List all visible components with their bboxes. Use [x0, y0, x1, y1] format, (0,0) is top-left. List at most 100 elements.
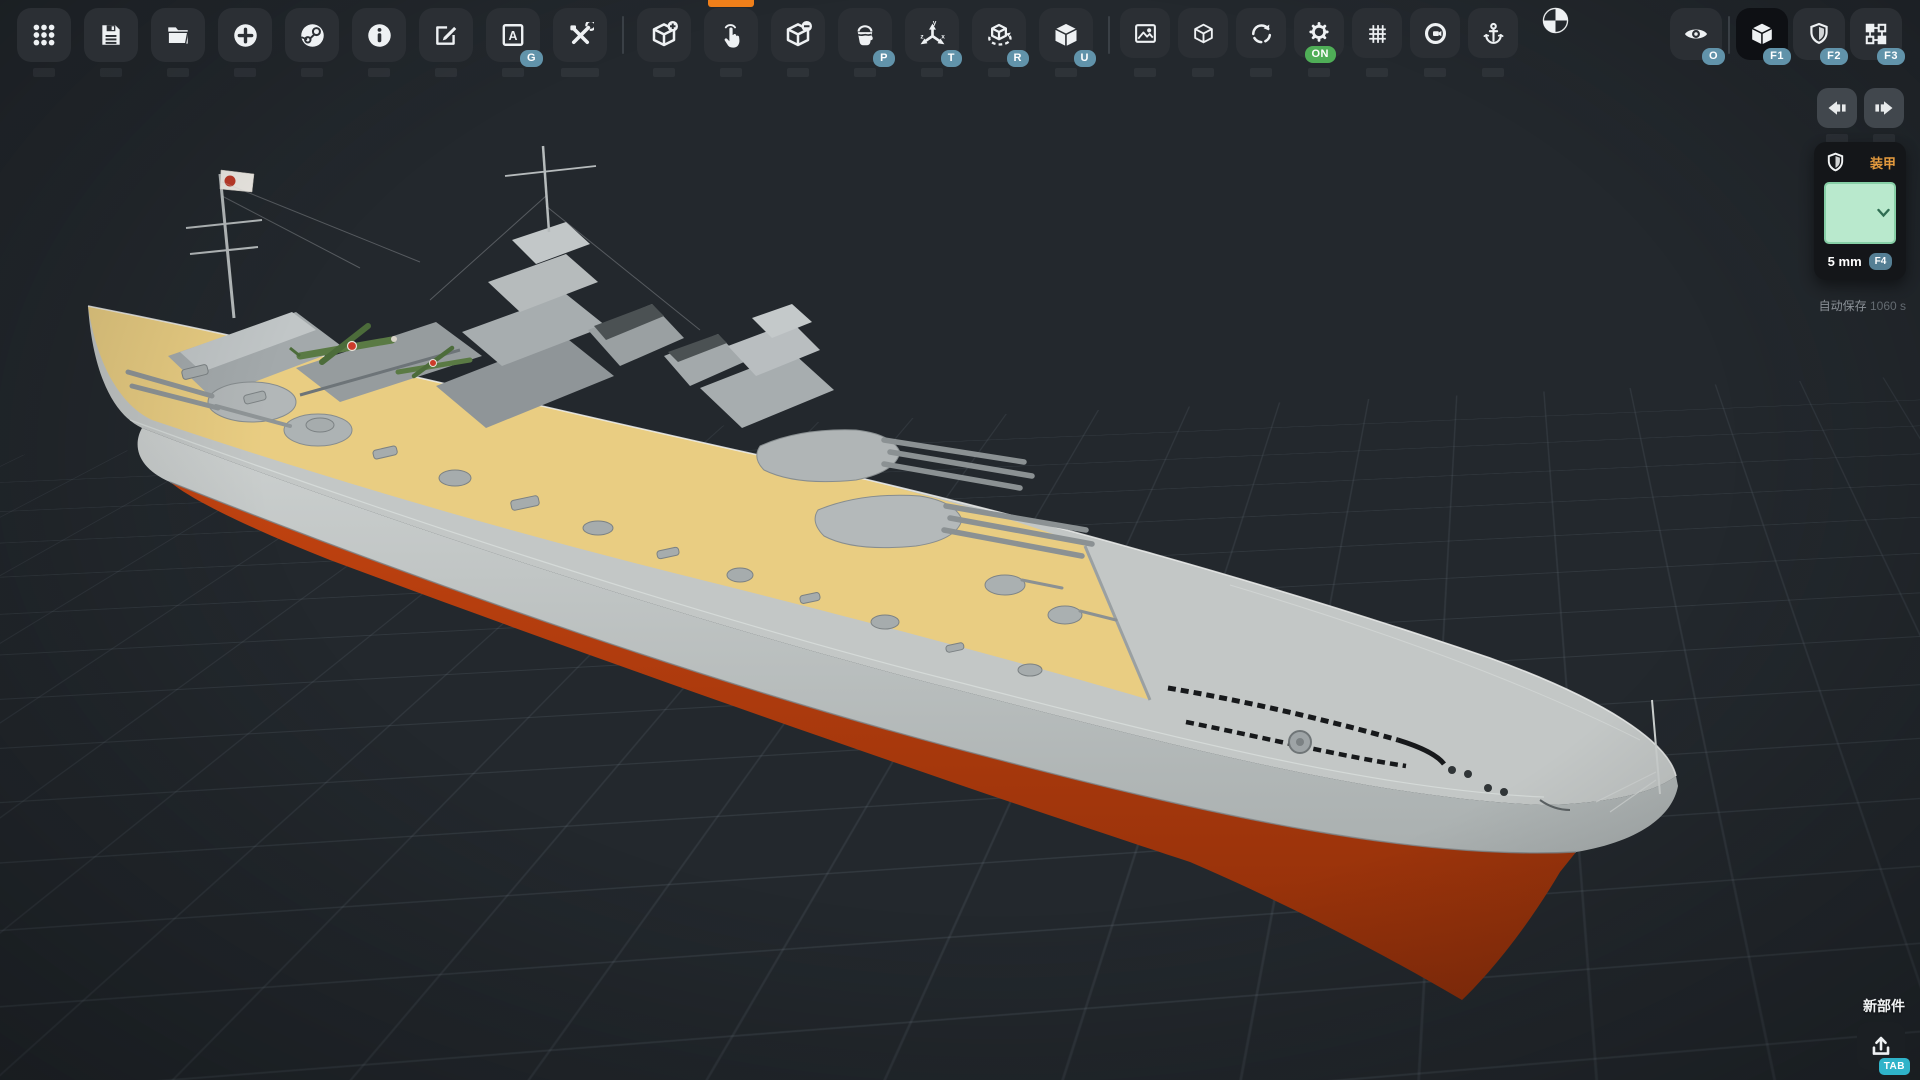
move-axes-icon: y z x: [918, 21, 947, 50]
open-button[interactable]: [151, 8, 205, 62]
text-tool-button[interactable]: A G: [486, 8, 540, 62]
shield-icon: [1824, 151, 1847, 174]
shortcut-badge: F2: [1820, 48, 1848, 65]
block-tool-button[interactable]: U: [1039, 8, 1093, 62]
anchor-mode-button[interactable]: [1468, 8, 1518, 58]
toggle-on-badge: ON: [1305, 46, 1337, 63]
shortcut-badge: T: [941, 50, 962, 67]
3d-viewport[interactable]: [0, 0, 1920, 1080]
shortcut-badge: F4: [1869, 253, 1893, 270]
svg-text:A: A: [509, 29, 518, 43]
toolbar-divider: [622, 16, 624, 54]
chevron-down-icon: [1877, 209, 1890, 218]
pivot-indicator: [1542, 7, 1569, 34]
add-block-button[interactable]: [637, 8, 691, 62]
cube-outline-icon: [1191, 21, 1216, 46]
translate-tool-button[interactable]: y z x T: [905, 8, 959, 62]
background-button[interactable]: [1120, 8, 1170, 58]
steam-icon: [299, 22, 326, 49]
cube-minus-icon: [783, 20, 813, 50]
shortcut-badge: F3: [1877, 48, 1905, 65]
shortcut-badge: F1: [1763, 48, 1791, 65]
paint-tool-button[interactable]: P: [838, 8, 892, 62]
armor-color-swatch[interactable]: [1824, 182, 1896, 244]
cube-plus-icon: [649, 20, 679, 50]
cube-solid-icon: [1051, 20, 1081, 50]
visibility-mode-button[interactable]: O: [1670, 8, 1722, 60]
grid-toggle-button[interactable]: [1352, 8, 1402, 58]
armor-thickness-value: 5 mm: [1828, 254, 1862, 269]
edit-square-icon: [433, 22, 459, 48]
capture-button[interactable]: [1410, 8, 1460, 58]
block-preview-button[interactable]: [1178, 8, 1228, 58]
info-button[interactable]: [352, 8, 406, 62]
autosave-label: 自动保存: [1819, 299, 1867, 313]
svg-text:y: y: [932, 21, 936, 27]
floppy-icon: [98, 22, 124, 48]
apps-grid-icon: [31, 22, 57, 48]
rotate-tool-button[interactable]: R: [972, 8, 1026, 62]
new-button[interactable]: [218, 8, 272, 62]
history-controls: [1817, 88, 1904, 128]
armor-panel: 装甲 5 mm F4: [1814, 142, 1906, 280]
build-tools-button[interactable]: [553, 8, 607, 62]
select-tool-button[interactable]: [704, 8, 758, 62]
armor-mode-button[interactable]: F2: [1793, 8, 1845, 60]
cube-solid-icon: [1748, 20, 1776, 48]
folder-icon: [165, 22, 191, 48]
eye-icon: [1682, 20, 1710, 48]
modules-icon: [1863, 21, 1889, 47]
new-part-button[interactable]: TAB: [1857, 1022, 1905, 1070]
autosave-status: 自动保存 1060 s: [1819, 297, 1906, 314]
plus-circle-icon: [232, 22, 259, 49]
autosave-value: 1060 s: [1870, 299, 1906, 313]
paint-bucket-icon: [851, 21, 879, 49]
shortcut-badge: R: [1007, 50, 1029, 67]
shortcut-badge: G: [520, 50, 543, 67]
tools-icon: [567, 22, 594, 49]
main-toolbar: A G: [17, 8, 1526, 62]
mode-toolbar: O F1 F2 F3: [1670, 8, 1902, 60]
checker-ball-icon: [1542, 7, 1569, 34]
active-tool-indicator: [708, 0, 754, 7]
shortcut-badge: P: [873, 50, 895, 67]
record-icon: [1423, 21, 1448, 46]
new-part-label: 新部件: [1857, 996, 1905, 1016]
hand-pointer-icon: [717, 21, 745, 49]
toolbar-divider: [1108, 16, 1110, 54]
shield-icon: [1806, 21, 1832, 47]
arrow-right-icon: [1872, 96, 1896, 120]
toolbar-divider: [1728, 16, 1730, 54]
grid-lines-icon: [1365, 21, 1390, 46]
edit-button[interactable]: [419, 8, 473, 62]
cube-rotate-icon: [984, 20, 1014, 50]
info-circle-icon: [366, 22, 393, 49]
settings-button[interactable]: ON: [1294, 8, 1344, 58]
svg-text:z: z: [920, 33, 924, 40]
arrow-left-icon: [1825, 96, 1849, 120]
redo-button[interactable]: [1864, 88, 1904, 128]
ship-model[interactable]: [88, 146, 1678, 1000]
shortcut-badge: O: [1702, 48, 1725, 65]
armor-panel-title: 装甲: [1870, 153, 1896, 172]
superstructure: [128, 146, 834, 446]
shortcut-badge: TAB: [1879, 1058, 1910, 1075]
steam-workshop-button[interactable]: [285, 8, 339, 62]
modules-mode-button[interactable]: F3: [1850, 8, 1902, 60]
blocks-mode-button[interactable]: F1: [1736, 8, 1788, 60]
undo-button[interactable]: [1817, 88, 1857, 128]
letter-a-icon: A: [500, 22, 526, 48]
save-button[interactable]: [84, 8, 138, 62]
gear-icon: [1306, 20, 1332, 46]
shortcut-badge: U: [1074, 50, 1096, 67]
rotate-arrow-icon: [1249, 21, 1274, 46]
new-part-area: 新部件 TAB: [1857, 996, 1905, 1070]
remove-block-button[interactable]: [771, 8, 825, 62]
turn-view-button[interactable]: [1236, 8, 1286, 58]
apps-menu-button[interactable]: [17, 8, 71, 62]
ship-model-canvas: [0, 0, 1920, 1080]
anchor-icon: [1481, 21, 1506, 46]
open-parts-tray-icon: [1868, 1033, 1894, 1059]
svg-text:x: x: [941, 33, 945, 40]
image-icon: [1133, 21, 1158, 46]
